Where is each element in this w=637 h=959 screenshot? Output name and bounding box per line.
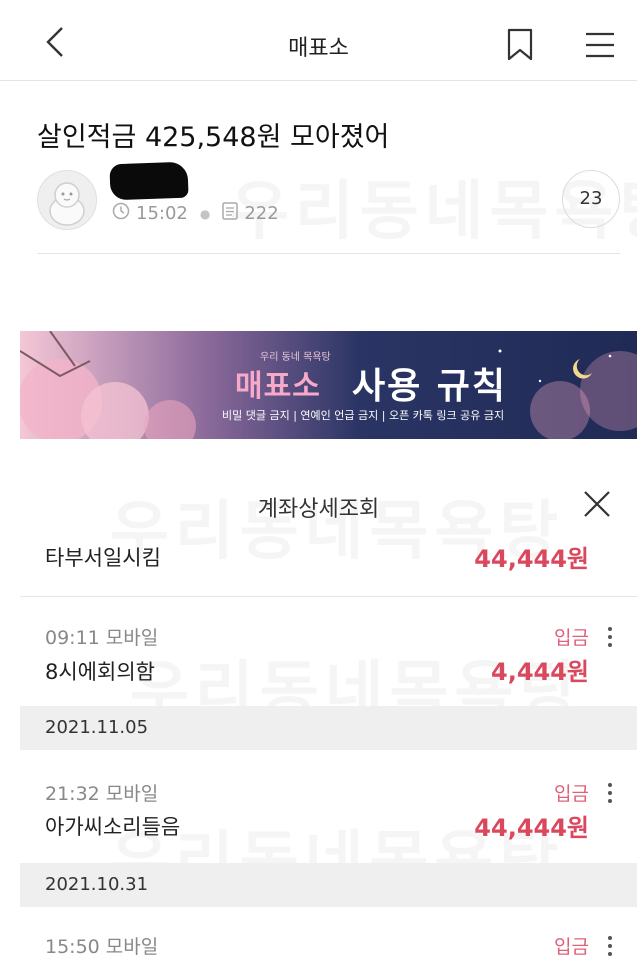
more-icon[interactable] (603, 781, 617, 805)
transaction-time: 21:32 모바일 (45, 783, 159, 805)
transaction-amount: 44,444원 (474, 545, 589, 573)
divider (20, 596, 637, 597)
date-label: 2021.10.31 (45, 874, 149, 895)
views-icon (222, 202, 239, 225)
banner-title-white: 사용 규칙 (352, 366, 508, 407)
avatar[interactable] (37, 170, 97, 230)
transaction-time: 09:11 모바일 (45, 627, 159, 649)
banner-rules: 비밀 댓글 금지 | 연예인 언급 금지 | 오픈 카톡 링크 공유 금지 (222, 409, 505, 422)
banner-title-pink: 매표소 (235, 369, 321, 404)
post-views: 222 (244, 203, 279, 224)
transaction-amount: 44,444원 (474, 814, 589, 842)
date-label: 2021.11.05 (45, 717, 149, 738)
transaction-type: 입금 (554, 627, 589, 649)
date-header: 2021.11.05 (20, 706, 637, 750)
more-icon[interactable] (603, 625, 617, 649)
post-time: 15:02 (136, 203, 188, 224)
separator-dot: ● (199, 206, 211, 221)
rules-banner[interactable]: 우리 동네 목욕탕 매표소 사용 규칙 비밀 댓글 금지 | 연예인 언급 금지… (20, 331, 637, 439)
more-icon[interactable] (603, 934, 617, 958)
page-title: 매표소 (288, 36, 349, 61)
post-title: 살인적금 425,548원 모아졌어 (37, 122, 390, 153)
clock-icon (112, 202, 130, 225)
redacted-author-name (109, 161, 189, 201)
sheet-title: 계좌상세조회 (257, 497, 380, 522)
close-icon[interactable] (583, 490, 611, 518)
post-meta: 15:02 ● 222 (112, 202, 279, 225)
transaction-amount: 4,444원 (491, 658, 589, 686)
transaction-name: 아가씨소리들음 (45, 815, 181, 839)
transaction-type: 입금 (554, 783, 589, 805)
divider (37, 253, 620, 254)
menu-icon[interactable] (584, 30, 616, 60)
date-header: 2021.10.31 (20, 863, 637, 907)
transaction-name: 8시에회의함 (45, 660, 155, 684)
transaction-name: 타부서일시킴 (45, 546, 161, 570)
bookmark-icon[interactable] (506, 28, 534, 62)
comment-count-button[interactable]: 23 (562, 170, 620, 228)
top-bar: 매표소 (0, 0, 637, 81)
